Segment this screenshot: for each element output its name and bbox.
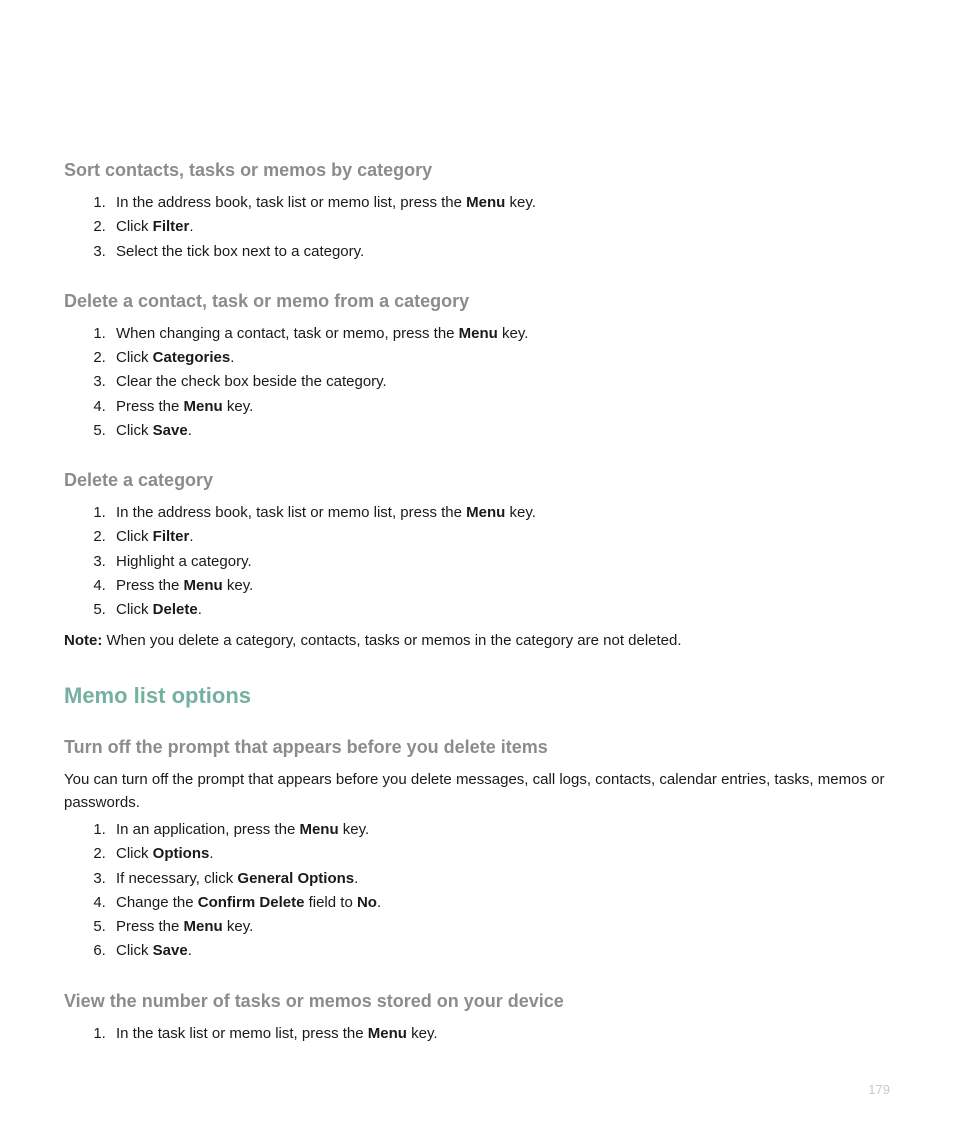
bold-text: Confirm Delete xyxy=(198,894,305,911)
step-item: Click Save. xyxy=(110,419,890,442)
step-item: If necessary, click General Options. xyxy=(110,867,890,890)
bold-text: Delete xyxy=(153,601,198,618)
intro-turn-off-prompt: You can turn off the prompt that appears… xyxy=(64,768,890,815)
step-item: In the task list or memo list, press the… xyxy=(110,1022,890,1045)
step-item: Press the Menu key. xyxy=(110,395,890,418)
step-item: Highlight a category. xyxy=(110,550,890,573)
heading-delete-from-category: Delete a contact, task or memo from a ca… xyxy=(64,291,890,312)
step-item: Select the tick box next to a category. xyxy=(110,240,890,263)
bold-text: Menu xyxy=(184,577,223,594)
bold-text: Filter xyxy=(153,528,190,545)
step-item: Click Categories. xyxy=(110,346,890,369)
page-container: Sort contacts, tasks or memos by categor… xyxy=(0,0,954,1145)
heading-view-count: View the number of tasks or memos stored… xyxy=(64,991,890,1012)
bold-text: Menu xyxy=(466,504,505,521)
step-item: Clear the check box beside the category. xyxy=(110,370,890,393)
bold-text: Menu xyxy=(184,918,223,935)
bold-text: Note: xyxy=(64,632,102,649)
step-item: Press the Menu key. xyxy=(110,915,890,938)
step-item: Click Options. xyxy=(110,842,890,865)
step-item: Change the Confirm Delete field to No. xyxy=(110,891,890,914)
bold-text: Menu xyxy=(368,1025,407,1042)
bold-text: General Options xyxy=(237,870,354,887)
step-item: When changing a contact, task or memo, p… xyxy=(110,322,890,345)
steps-delete-category: In the address book, task list or memo l… xyxy=(64,501,890,621)
bold-text: No xyxy=(357,894,377,911)
steps-sort-by-category: In the address book, task list or memo l… xyxy=(64,191,890,263)
page-number: 179 xyxy=(868,1082,890,1097)
step-item: Click Delete. xyxy=(110,598,890,621)
heading-memo-list-options: Memo list options xyxy=(64,683,890,709)
bold-text: Save xyxy=(153,422,188,439)
bold-text: Menu xyxy=(459,325,498,342)
step-item: In an application, press the Menu key. xyxy=(110,818,890,841)
bold-text: Menu xyxy=(466,194,505,211)
steps-turn-off-prompt: In an application, press the Menu key.Cl… xyxy=(64,818,890,963)
steps-delete-from-category: When changing a contact, task or memo, p… xyxy=(64,322,890,442)
heading-sort-by-category: Sort contacts, tasks or memos by categor… xyxy=(64,160,890,181)
step-item: Click Save. xyxy=(110,939,890,962)
heading-delete-category: Delete a category xyxy=(64,470,890,491)
step-item: In the address book, task list or memo l… xyxy=(110,501,890,524)
heading-turn-off-prompt: Turn off the prompt that appears before … xyxy=(64,737,890,758)
bold-text: Filter xyxy=(153,218,190,235)
bold-text: Save xyxy=(153,942,188,959)
step-item: Click Filter. xyxy=(110,215,890,238)
step-item: Click Filter. xyxy=(110,525,890,548)
bold-text: Menu xyxy=(184,398,223,415)
bold-text: Options xyxy=(153,845,210,862)
bold-text: Categories xyxy=(153,349,231,366)
bold-text: Menu xyxy=(299,821,338,838)
steps-view-count: In the task list or memo list, press the… xyxy=(64,1022,890,1045)
note-delete-category: Note: When you delete a category, contac… xyxy=(64,629,890,652)
step-item: In the address book, task list or memo l… xyxy=(110,191,890,214)
step-item: Press the Menu key. xyxy=(110,574,890,597)
